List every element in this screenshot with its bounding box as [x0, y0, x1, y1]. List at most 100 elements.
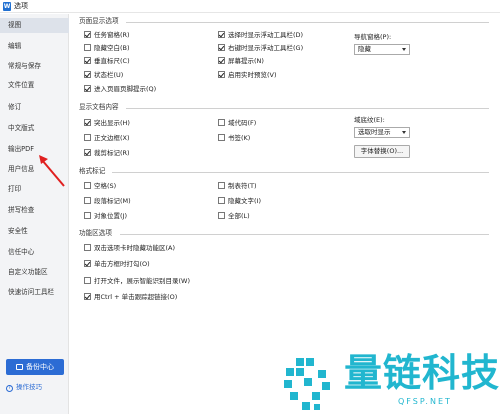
- checkbox-vertical-ruler[interactable]: 垂直标尺(C): [84, 57, 130, 66]
- chevron-down-icon: [402, 131, 406, 134]
- checkbox-highlight[interactable]: 突出显示(H): [84, 119, 130, 128]
- checkbox-icon: [84, 134, 91, 141]
- checkbox-icon: [218, 197, 225, 204]
- font-substitution-button[interactable]: 字体替换(O)...: [354, 145, 410, 158]
- checkbox-spaces[interactable]: 空格(S): [84, 182, 116, 191]
- checkbox-live-preview[interactable]: 启用实时预览(V): [218, 71, 277, 80]
- checkbox-float-toolbar-right-click[interactable]: 右键时显示浮动工具栏(G): [218, 44, 303, 53]
- checkbox-tabs[interactable]: 制表符(T): [218, 182, 257, 191]
- checkbox-click-box-tick[interactable]: 单击方框时打勾(O): [84, 260, 150, 269]
- checkbox-label: 双击选项卡时隐藏功能区(A): [94, 244, 176, 252]
- checkbox-label: 对象位置(J): [94, 212, 127, 220]
- checkbox-label: 段落标记(M): [94, 197, 131, 205]
- checkbox-icon: [218, 31, 225, 38]
- nav-pane-value: 隐藏: [358, 45, 371, 53]
- checkbox-label: 屏幕提示(N): [228, 57, 264, 65]
- checkbox-ctrl-click-link[interactable]: 用Ctrl + 单击跟踪超链接(O): [84, 293, 177, 302]
- checkbox-icon: [84, 244, 91, 251]
- checkbox-icon: [84, 31, 91, 38]
- section-divider: [126, 22, 489, 23]
- sidebar-item-custom-ribbon[interactable]: 自定义功能区: [0, 265, 69, 280]
- section-title-format-marks: 格式标记: [79, 167, 106, 175]
- checkbox-label: 域代码(F): [228, 119, 257, 127]
- checkbox-text-border[interactable]: 正文边框(X): [84, 134, 130, 143]
- checkbox-icon: [84, 293, 91, 300]
- watermark-text: 量链科技: [344, 351, 500, 395]
- checkbox-field-codes[interactable]: 域代码(F): [218, 119, 256, 128]
- checkbox-icon: [218, 44, 225, 51]
- watermark-logo-icon: [284, 358, 330, 410]
- backup-center-button[interactable]: 备份中心: [6, 359, 64, 375]
- checkbox-header-footer-tip[interactable]: 进入页眉页脚提示(Q): [84, 85, 156, 94]
- watermark-subtext: QFSP.NET: [398, 397, 452, 406]
- sidebar-item-chinese-layout[interactable]: 中文版式: [0, 121, 69, 136]
- checkbox-label: 任务窗格(R): [94, 31, 130, 39]
- checkbox-icon: [84, 44, 91, 51]
- section-divider: [126, 108, 489, 109]
- sidebar-item-view[interactable]: 视图: [0, 18, 69, 33]
- section-divider: [120, 234, 489, 235]
- checkbox-object-anchors[interactable]: 对象位置(J): [84, 212, 127, 221]
- sidebar-item-revision[interactable]: 修订: [0, 100, 69, 115]
- field-shading-value: 选取时显示: [358, 128, 391, 136]
- backup-center-label: 备份中心: [26, 363, 54, 371]
- checkbox-task-pane[interactable]: 任务窗格(R): [84, 31, 130, 40]
- checkbox-dblclick-hide-ribbon[interactable]: 双击选项卡时隐藏功能区(A): [84, 244, 175, 253]
- checkbox-label: 正文边框(X): [94, 134, 130, 142]
- checkbox-label: 全部(L): [228, 212, 250, 220]
- checkbox-icon: [218, 212, 225, 219]
- checkbox-label: 空格(S): [94, 182, 117, 190]
- checkbox-hide-blank[interactable]: 隐藏空白(B): [84, 44, 130, 53]
- sidebar-item-quick-access[interactable]: 快速访问工具栏: [0, 285, 69, 300]
- checkbox-bookmarks[interactable]: 书签(K): [218, 134, 250, 143]
- section-title-page-display: 页面显示选项: [79, 17, 119, 25]
- checkbox-icon: [84, 149, 91, 156]
- checkbox-icon: [218, 57, 225, 64]
- sidebar-item-edit[interactable]: 编辑: [0, 39, 69, 54]
- checkbox-label: 打开文件，展示智能识别目录(W): [94, 277, 190, 285]
- checkbox-icon: [218, 71, 225, 78]
- checkbox-label: 用Ctrl + 单击跟踪超链接(O): [94, 293, 178, 301]
- watermark: 量链科技 QFSP.NET: [278, 348, 500, 414]
- checkbox-all-marks[interactable]: 全部(L): [218, 212, 250, 221]
- field-shading-label: 域底纹(E):: [354, 116, 385, 124]
- checkbox-icon: [218, 134, 225, 141]
- checkbox-label: 书签(K): [228, 134, 251, 142]
- sidebar-item-security[interactable]: 安全性: [0, 224, 69, 239]
- checkbox-icon: [84, 212, 91, 219]
- checkbox-status-bar[interactable]: 状态栏(U): [84, 71, 123, 80]
- checkbox-icon: [84, 260, 91, 267]
- checkbox-icon: [84, 119, 91, 126]
- checkbox-label: 进入页眉页脚提示(Q): [94, 85, 157, 93]
- app-icon: W: [3, 2, 11, 11]
- field-shading-select[interactable]: 选取时显示: [354, 127, 410, 138]
- checkbox-icon: [84, 182, 91, 189]
- sidebar-item-trust-center[interactable]: 信任中心: [0, 245, 69, 260]
- help-icon: ?: [6, 385, 13, 392]
- section-title-ribbon: 功能区选项: [79, 229, 112, 237]
- nav-pane-label: 导航窗格(P):: [354, 33, 392, 41]
- checkbox-label: 单击方框时打勾(O): [94, 260, 150, 268]
- checkbox-label: 裁剪标记(R): [94, 149, 130, 157]
- checkbox-crop-marks[interactable]: 裁剪标记(R): [84, 149, 130, 158]
- checkbox-label: 制表符(T): [228, 182, 257, 190]
- sidebar-item-spell-check[interactable]: 拼写检查: [0, 203, 69, 218]
- checkbox-smart-toc[interactable]: 打开文件，展示智能识别目录(W): [84, 277, 190, 286]
- checkbox-paragraph-marks[interactable]: 段落标记(M): [84, 197, 131, 206]
- checkbox-hidden-text[interactable]: 隐藏文字(I): [218, 197, 261, 206]
- sidebar-item-general-save[interactable]: 常规与保存: [0, 59, 69, 74]
- checkbox-label: 突出显示(H): [94, 119, 130, 127]
- checkbox-float-toolbar-select[interactable]: 选择时显示浮动工具栏(D): [218, 31, 303, 40]
- operation-tips-label: 操作技巧: [16, 383, 42, 391]
- checkbox-icon: [84, 197, 91, 204]
- checkbox-icon: [84, 277, 91, 284]
- checkbox-icon: [218, 119, 225, 126]
- nav-pane-select[interactable]: 隐藏: [354, 44, 410, 55]
- checkbox-label: 隐藏空白(B): [94, 44, 130, 52]
- operation-tips-link[interactable]: ? 操作技巧: [6, 383, 42, 392]
- checkbox-label: 垂直标尺(C): [94, 57, 130, 65]
- section-divider: [112, 172, 489, 173]
- checkbox-icon: [84, 57, 91, 64]
- checkbox-screen-tips[interactable]: 屏幕提示(N): [218, 57, 264, 66]
- sidebar-item-file-location[interactable]: 文件位置: [0, 78, 69, 93]
